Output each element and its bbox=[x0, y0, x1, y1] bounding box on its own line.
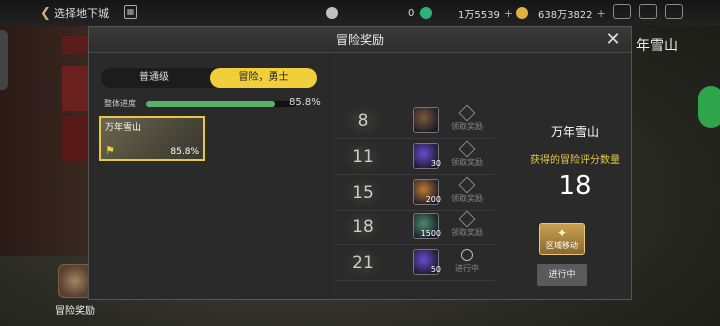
region-move-button[interactable]: ✦ 区域移动 bbox=[539, 223, 585, 255]
region-name: 万年雪山 bbox=[550, 125, 599, 139]
adventure-reward-modal: 冒险奖励 ✕ 普通级 冒险，勇士 整体进度 85.8% 万年雪山 ⚑ 85.8%… bbox=[88, 26, 632, 300]
claim-reward-button[interactable]: 领取奖励 bbox=[447, 104, 487, 132]
coin-value: 0 bbox=[408, 7, 415, 19]
diamond-icon bbox=[458, 176, 476, 194]
reward-score: 21 bbox=[343, 247, 383, 279]
gold-icon bbox=[516, 7, 528, 19]
region-card[interactable]: 万年雪山 ⚑ 85.8% bbox=[99, 116, 205, 161]
reward-score: 15 bbox=[343, 177, 383, 209]
reward-row: 21 50 进行中 bbox=[335, 247, 495, 281]
side-handle[interactable] bbox=[0, 30, 8, 90]
reward-score: 11 bbox=[343, 141, 383, 173]
claim-reward-button[interactable]: 领取奖励 bbox=[447, 176, 487, 204]
reward-quantity: 1500 bbox=[420, 229, 441, 238]
coin-icon bbox=[326, 7, 338, 19]
progress-percent: 85.8% bbox=[289, 97, 321, 108]
row-separator bbox=[335, 244, 495, 245]
chest-icon bbox=[58, 264, 92, 298]
tab-normal[interactable]: 普通级 bbox=[101, 68, 207, 88]
reward-score: 8 bbox=[343, 105, 383, 137]
background-panel bbox=[0, 26, 102, 256]
row-separator bbox=[335, 280, 495, 281]
currency-gold: 638万3822 + bbox=[516, 5, 606, 21]
reward-quantity: 200 bbox=[425, 195, 441, 204]
back-label: 选择地下城 bbox=[54, 7, 109, 20]
reward-row: 11 30 领取奖励 bbox=[335, 140, 495, 175]
add-gem-button[interactable]: + bbox=[504, 7, 513, 20]
claim-label: 领取奖励 bbox=[451, 122, 483, 131]
progress-track bbox=[146, 101, 296, 107]
claim-label: 领取奖励 bbox=[451, 194, 483, 203]
diamond-icon bbox=[458, 104, 476, 122]
background-region-title: 年雪山 bbox=[636, 38, 678, 54]
menu-icon[interactable] bbox=[665, 4, 683, 19]
region-move-label: 区域移动 bbox=[546, 241, 578, 250]
reward-list: 8 领取奖励 11 30 领取奖励 15 200 领取奖励 18 1500 领取奖励 21 50 进行中 bbox=[329, 53, 499, 299]
reward-score: 18 bbox=[343, 211, 383, 243]
mail-icon[interactable] bbox=[639, 4, 657, 19]
star-icon: ✦ bbox=[556, 226, 568, 240]
row-separator bbox=[335, 174, 495, 175]
progress-label: 整体进度 bbox=[104, 99, 136, 108]
top-bar: ❮ 选择地下城 ▦ 0 + 1万5539 + 638万3822 + bbox=[0, 0, 720, 26]
adventure-reward-label: 冒险奖励 bbox=[55, 306, 95, 317]
claim-reward-button[interactable]: 领取奖励 bbox=[447, 210, 487, 238]
back-arrow-icon: ❮ bbox=[40, 5, 51, 21]
back-button[interactable]: ❮ 选择地下城 bbox=[40, 3, 120, 23]
claim-label: 进行中 bbox=[455, 264, 479, 273]
adventure-score: 18 bbox=[558, 171, 592, 201]
modal-title: 冒险奖励 bbox=[335, 33, 384, 47]
chest-icon[interactable] bbox=[413, 107, 439, 133]
modal-header: 冒险奖励 ✕ bbox=[89, 27, 631, 53]
claim-reward-button[interactable]: 进行中 bbox=[447, 249, 487, 274]
reward-row: 15 200 领取奖励 bbox=[335, 176, 495, 211]
top-icons bbox=[613, 4, 691, 22]
progress-fill bbox=[146, 101, 275, 107]
crown-icon[interactable] bbox=[613, 4, 631, 19]
status-button[interactable]: 进行中 bbox=[537, 264, 587, 286]
region-card-name: 万年雪山 bbox=[105, 123, 142, 133]
clock-icon bbox=[461, 249, 473, 261]
region-card-percent: 85.8% bbox=[170, 147, 199, 157]
calendar-icon[interactable]: ▦ bbox=[124, 5, 137, 19]
claim-label: 领取奖励 bbox=[451, 228, 483, 237]
row-separator bbox=[335, 138, 495, 139]
currency-coin: 0 + bbox=[326, 5, 428, 21]
claim-reward-button[interactable]: 领取奖励 bbox=[447, 140, 487, 168]
diamond-icon bbox=[458, 210, 476, 228]
tab-adventure[interactable]: 冒险，勇士 bbox=[210, 68, 317, 88]
reward-row: 18 1500 领取奖励 bbox=[335, 210, 495, 245]
gem-icon bbox=[420, 7, 432, 19]
reward-quantity: 50 bbox=[430, 265, 441, 274]
gold-value: 638万3822 bbox=[538, 9, 593, 21]
difficulty-tabs: 普通级 冒险，勇士 bbox=[101, 68, 317, 88]
score-subtitle: 获得的冒险评分数量 bbox=[530, 155, 620, 166]
claim-label: 领取奖励 bbox=[451, 158, 483, 167]
chat-button[interactable] bbox=[698, 86, 720, 128]
currency-gem: 1万5539 + bbox=[420, 5, 513, 21]
add-gold-button[interactable]: + bbox=[597, 7, 606, 20]
reward-quantity: 30 bbox=[430, 159, 441, 168]
gem-value: 1万5539 bbox=[458, 9, 500, 21]
reward-row: 8 领取奖励 bbox=[335, 104, 495, 139]
diamond-icon bbox=[458, 140, 476, 158]
region-info: 万年雪山 获得的冒险评分数量 18 ✦ 区域移动 进行中 bbox=[517, 53, 633, 299]
location-pin-icon: ⚑ bbox=[105, 144, 115, 157]
overall-progress: 整体进度 85.8% bbox=[104, 97, 321, 111]
close-icon[interactable]: ✕ bbox=[603, 30, 623, 50]
